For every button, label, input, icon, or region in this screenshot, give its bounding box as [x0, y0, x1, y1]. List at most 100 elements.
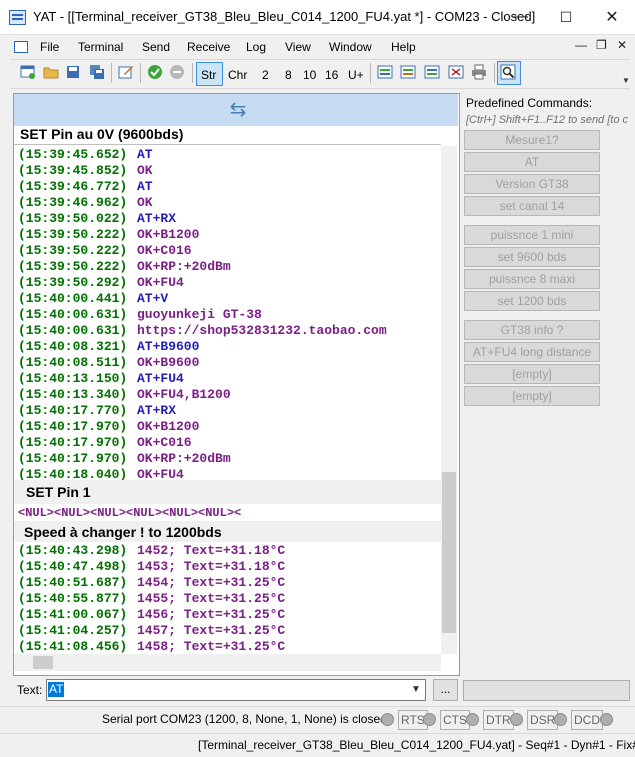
section-banner: Speed à changer ! to 1200bds	[24, 524, 222, 540]
log-timestamp: (15:40:13.150)	[18, 371, 128, 386]
log-data: 1452; Text=+31.18°C	[137, 543, 286, 558]
dcd-led-icon	[600, 713, 613, 726]
print-icon[interactable]	[471, 64, 487, 80]
log-timestamp: (15:39:45.852)	[18, 163, 128, 178]
new-terminal-icon[interactable]	[20, 64, 36, 80]
predefined-command-button[interactable]: set canal 14	[464, 196, 600, 216]
chr-toggle-button[interactable]: Chr	[228, 68, 247, 82]
minimize-button[interactable]: —	[497, 0, 543, 34]
predefined-command-button[interactable]: set 1200 bds	[464, 291, 600, 311]
log-data: AT	[137, 147, 153, 162]
predefined-command-button[interactable]: AT+FU4 long distance	[464, 342, 600, 362]
send-text-label: Text:	[17, 683, 43, 697]
app-icon	[9, 10, 26, 25]
clear-monitor-icon[interactable]	[448, 64, 464, 80]
log-timestamp: (15:41:04.257)	[18, 623, 128, 638]
log-timestamp: (15:40:17.770)	[18, 403, 128, 418]
radix-8-button[interactable]: 8	[285, 68, 292, 82]
log-data: AT	[137, 179, 153, 194]
browse-button[interactable]: ...	[433, 679, 458, 701]
predefined-command-button[interactable]: puissnce 1 mini	[464, 225, 600, 245]
predefined-command-button[interactable]: [empty]	[464, 386, 600, 406]
log-data: OK+C016	[137, 435, 192, 450]
radix-16-button[interactable]: 16	[325, 68, 338, 82]
log-timestamp: (15:40:00.631)	[18, 323, 128, 338]
radix-10-button[interactable]: 10	[303, 68, 316, 82]
log-data: 1454; Text=+31.25°C	[137, 575, 286, 590]
predefined-command-button[interactable]: set 9600 bds	[464, 247, 600, 267]
open-port-icon[interactable]	[147, 64, 163, 80]
menu-log[interactable]: Log	[246, 40, 266, 54]
log-timestamp: (15:39:50.222)	[18, 243, 128, 258]
banner-divider	[14, 144, 441, 145]
mdi-restore-button[interactable]: ❐	[596, 38, 607, 52]
find-icon[interactable]	[500, 64, 516, 80]
settings-edit-icon[interactable]	[118, 64, 134, 80]
toolbar-separator	[192, 63, 193, 83]
send-text-value[interactable]: AT	[48, 682, 65, 697]
close-button[interactable]: ✕	[589, 0, 635, 34]
port-status: Serial port COM23 (1200, 8, None, 1, Non…	[102, 712, 387, 726]
toolbar-overflow-icon[interactable]: ▼	[622, 76, 630, 85]
log-timestamp: (15:39:50.222)	[18, 259, 128, 274]
save-icon[interactable]	[65, 64, 81, 80]
log-data: OK+RP:+20dBm	[137, 259, 231, 274]
cts-led-icon	[466, 713, 479, 726]
menu-help[interactable]: Help	[391, 40, 416, 54]
monitor-rx-icon[interactable]	[424, 64, 440, 80]
log-data: AT+RX	[137, 403, 177, 418]
maximize-button[interactable]: ☐	[543, 0, 589, 34]
vertical-scroll-thumb[interactable]	[442, 472, 456, 633]
mdi-child-icon[interactable]	[14, 41, 28, 53]
predefined-command-button[interactable]: [empty]	[464, 364, 600, 384]
log-timestamp: (15:39:50.222)	[18, 227, 128, 242]
log-data: OK+RP:+20dBm	[137, 451, 231, 466]
log-timestamp: (15:39:45.652)	[18, 147, 128, 162]
predefined-command-button[interactable]: Mesure1?	[464, 130, 600, 150]
dsr-led-icon	[554, 713, 567, 726]
monitor-horizontal-scrollbar[interactable]	[14, 654, 441, 671]
status-divider	[0, 733, 635, 734]
close-port-icon[interactable]	[169, 64, 185, 80]
horizontal-scroll-thumb[interactable]	[33, 656, 53, 669]
file-sequence-status: [Terminal_receiver_GT38_Bleu_Bleu_C014_1…	[198, 738, 635, 752]
log-data: AT+B9600	[137, 339, 200, 354]
menu-send[interactable]: Send	[142, 40, 170, 54]
predefined-command-button[interactable]: AT	[464, 152, 600, 172]
section-banner: SET Pin 1	[26, 484, 91, 500]
open-folder-icon[interactable]	[43, 64, 59, 80]
predefined-command-button[interactable]: puissnce 8 maxi	[464, 269, 600, 289]
chevron-down-icon[interactable]: ▼	[408, 680, 424, 699]
menu-terminal[interactable]: Terminal	[78, 40, 123, 54]
radix-2-button[interactable]: 2	[262, 68, 269, 82]
status-divider	[0, 706, 635, 707]
send-text-input[interactable]	[46, 679, 426, 701]
log-data: OK	[137, 163, 153, 178]
log-timestamp: (15:41:08.456)	[18, 639, 128, 654]
predefined-command-button[interactable]: Version GT38	[464, 174, 600, 194]
mdi-close-button[interactable]: ✕	[617, 38, 627, 52]
predefined-command-button[interactable]: GT38 info ?	[464, 320, 600, 340]
radix-unicode-button[interactable]: U+	[348, 68, 364, 82]
log-data: AT+RX	[137, 211, 177, 226]
menu-view[interactable]: View	[285, 40, 311, 54]
monitor-bidir-icon[interactable]	[400, 64, 416, 80]
log-data: OK+B1200	[137, 227, 200, 242]
menu-file[interactable]: File	[40, 40, 59, 54]
save-all-icon[interactable]	[89, 64, 105, 80]
mdi-minimize-button[interactable]: —	[575, 38, 587, 52]
toolbar-separator	[494, 63, 495, 83]
log-data: https://shop532831232.taobao.com	[137, 323, 387, 338]
log-timestamp: (15:40:47.498)	[18, 559, 128, 574]
monitor-tx-icon[interactable]	[377, 64, 393, 80]
log-timestamp: (15:39:50.022)	[18, 211, 128, 226]
str-toggle-button[interactable]: Str	[201, 68, 216, 82]
toolbar-separator	[370, 63, 371, 83]
swap-arrows-icon[interactable]: ⇆	[226, 99, 250, 121]
nul-line: <NUL><NUL><NUL><NUL><NUL><NUL><	[18, 506, 242, 520]
send-text-button[interactable]	[463, 680, 630, 701]
dcd-label: DCD	[571, 710, 603, 730]
menu-window[interactable]: Window	[329, 40, 372, 54]
menu-receive[interactable]: Receive	[187, 40, 230, 54]
log-data: 1456; Text=+31.25°C	[137, 607, 286, 622]
